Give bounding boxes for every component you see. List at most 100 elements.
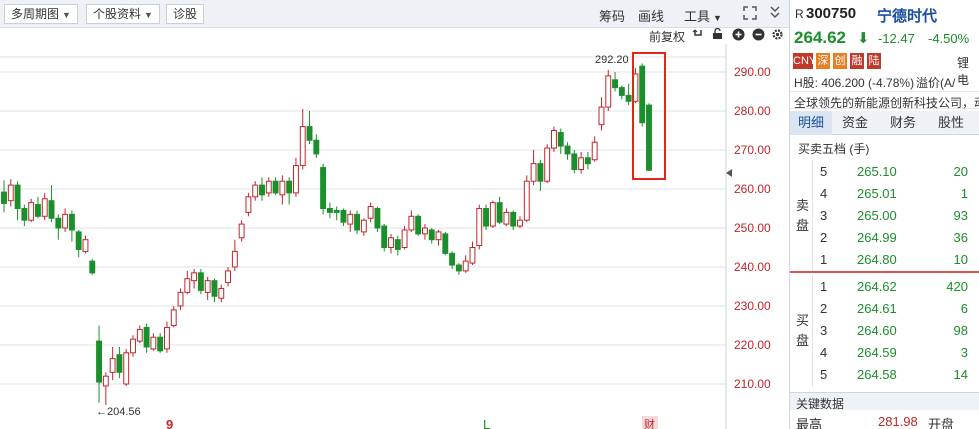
candle-up[interactable] xyxy=(28,202,35,221)
candle-down[interactable] xyxy=(374,208,381,229)
candle-up[interactable] xyxy=(530,163,537,182)
candle-up[interactable] xyxy=(177,291,184,307)
candle-down[interactable] xyxy=(333,209,340,213)
candle-up[interactable] xyxy=(102,375,109,387)
candle-up[interactable] xyxy=(523,180,530,221)
adjust-mode-label[interactable]: 前复权 xyxy=(649,28,685,45)
ask-level[interactable]: 2 264.99 36 xyxy=(812,226,979,248)
candle-down[interactable] xyxy=(75,231,82,250)
candle-down[interactable] xyxy=(143,326,150,348)
candle-down[interactable] xyxy=(272,180,279,194)
candle-up[interactable] xyxy=(136,328,143,342)
ask-level[interactable]: 3 265.00 93 xyxy=(812,204,979,226)
collapse-icon[interactable] xyxy=(769,5,781,24)
chips-button[interactable]: 筹码 xyxy=(599,6,625,25)
candle-up[interactable] xyxy=(299,126,306,167)
candle-up[interactable] xyxy=(184,278,191,293)
candle-down[interactable] xyxy=(455,264,462,272)
candle-up[interactable] xyxy=(150,336,157,350)
candle-up[interactable] xyxy=(591,141,598,161)
bid-level[interactable]: 4 264.59 3 xyxy=(812,341,979,363)
candle-up[interactable] xyxy=(62,213,69,229)
candle-up[interactable] xyxy=(605,75,612,108)
candle-up[interactable] xyxy=(544,147,551,182)
zoom-out-icon[interactable] xyxy=(752,28,765,44)
draw-line-button[interactable]: 画线 xyxy=(638,6,664,25)
candle-down[interactable] xyxy=(537,163,544,182)
candle-down[interactable] xyxy=(157,336,164,352)
candle-down[interactable] xyxy=(21,208,28,221)
bottom-marker-finance[interactable]: 财 xyxy=(644,417,655,429)
candle-down[interactable] xyxy=(326,208,333,213)
settings-icon[interactable] xyxy=(771,28,784,44)
candle-down[interactable] xyxy=(394,239,401,250)
candle-up[interactable] xyxy=(360,219,367,233)
undo-icon[interactable] xyxy=(692,28,704,43)
candle-down[interactable] xyxy=(96,340,102,383)
candle-up[interactable] xyxy=(238,223,245,239)
tab-funds[interactable]: 资金 xyxy=(834,111,876,135)
stock-tag[interactable]: 深 xyxy=(816,53,830,69)
candle-up[interactable] xyxy=(462,260,469,272)
candle-down[interactable] xyxy=(306,126,313,141)
candle-down[interactable] xyxy=(381,225,388,249)
stock-name[interactable]: 宁德时代 xyxy=(877,5,937,26)
candle-up[interactable] xyxy=(123,352,130,385)
candle-down[interactable] xyxy=(449,252,456,266)
candle-down[interactable] xyxy=(55,217,62,229)
candle-down[interactable] xyxy=(496,202,503,223)
stock-tag[interactable]: CNY xyxy=(793,53,816,69)
candle-down[interactable] xyxy=(89,260,96,274)
bid-level[interactable]: 3 264.60 98 xyxy=(812,319,979,341)
candle-down[interactable] xyxy=(571,153,578,170)
candle-down[interactable] xyxy=(1,191,7,204)
candle-down[interactable] xyxy=(415,215,422,235)
bid-level[interactable]: 1 264.62 420 xyxy=(812,275,979,297)
candle-down[interactable] xyxy=(313,139,320,155)
bid-level[interactable]: 2 264.61 6 xyxy=(812,297,979,319)
h-share-price[interactable]: H股: 406.200 (-4.78%) xyxy=(794,74,914,91)
candle-up[interactable] xyxy=(551,130,557,149)
candle-up[interactable] xyxy=(489,202,496,227)
candle-up[interactable] xyxy=(7,184,14,202)
tab-stock-nature[interactable]: 股性 xyxy=(930,111,972,135)
candle-up[interactable] xyxy=(130,338,136,354)
candle-up[interactable] xyxy=(204,280,211,293)
bid-level[interactable]: 5 264.58 14 xyxy=(812,363,979,385)
candle-up[interactable] xyxy=(191,272,198,282)
candle-down[interactable] xyxy=(48,200,55,219)
candle-down[interactable] xyxy=(612,79,618,89)
candle-up[interactable] xyxy=(279,180,286,196)
candle-up[interactable] xyxy=(578,157,585,171)
candle-up[interactable] xyxy=(41,198,48,217)
candle-up[interactable] xyxy=(293,165,299,194)
candle-up[interactable] xyxy=(252,184,259,198)
candle-down[interactable] xyxy=(211,280,218,297)
tab-finance[interactable]: 财务 xyxy=(882,111,924,135)
candle-down[interactable] xyxy=(442,233,449,254)
candle-down[interactable] xyxy=(646,104,652,171)
candle-down[interactable] xyxy=(259,184,265,196)
period-dropdown[interactable]: 多周期图 ▼ xyxy=(4,4,78,24)
candle-down[interactable] xyxy=(564,145,571,155)
candle-up[interactable] xyxy=(265,180,272,194)
tools-dropdown[interactable]: 工具 ▼ xyxy=(684,6,722,25)
candle-down[interactable] xyxy=(618,87,625,96)
stock-info-dropdown[interactable]: 个股资料 ▼ xyxy=(86,4,160,24)
candle-up[interactable] xyxy=(422,227,428,235)
candle-up[interactable] xyxy=(598,106,605,126)
candle-up[interactable] xyxy=(231,250,238,268)
candle-up[interactable] xyxy=(245,196,252,213)
candlestick-chart[interactable]: 290.00 280.00 270.00 260.00 250.00 240.00 230.… xyxy=(0,44,789,429)
ask-level[interactable]: 5 265.10 20 xyxy=(812,160,979,182)
candle-down[interactable] xyxy=(510,211,517,227)
candle-up[interactable] xyxy=(218,287,225,299)
candle-down[interactable] xyxy=(286,180,293,194)
candle-up[interactable] xyxy=(225,270,231,284)
candle-up[interactable] xyxy=(367,206,374,219)
candle-down[interactable] xyxy=(320,167,327,210)
candle-up[interactable] xyxy=(435,231,442,241)
candle-down[interactable] xyxy=(116,354,123,373)
candle-up[interactable] xyxy=(401,229,408,248)
candle-up[interactable] xyxy=(109,358,116,373)
